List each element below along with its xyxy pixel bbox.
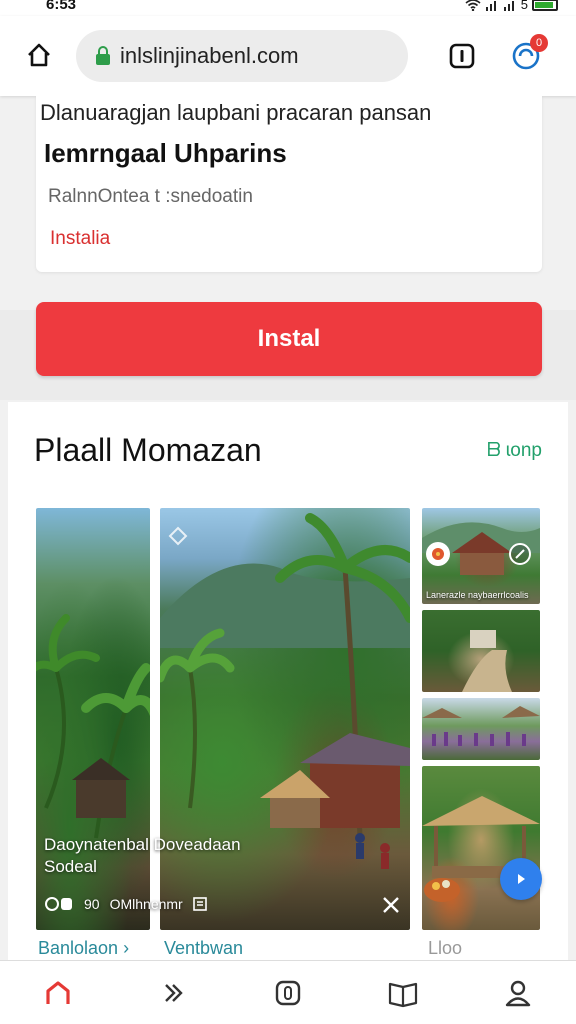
- tabs-icon: [449, 43, 475, 69]
- notification-badge: 0: [530, 34, 548, 52]
- app-info-card: Dlanuaragjan laupbani pracaran pansan Ie…: [36, 96, 542, 272]
- section-more-link[interactable]: ᗷ ɩonp: [487, 440, 542, 462]
- tile-label-3[interactable]: Lloo: [428, 938, 462, 959]
- nav-account[interactable]: [488, 966, 548, 1020]
- url-text: inlslinjinabenl.com: [120, 43, 299, 68]
- tile-caption-line1: Daoynatenbal Doveadaan: [44, 835, 241, 854]
- gallery-section: Plaall Momazan ᗷ ɩonp Daoynatenbal Dovea…: [8, 402, 568, 960]
- signal-icon-2: [503, 0, 514, 11]
- path-illustration: [462, 630, 512, 692]
- tile-meta: 90 OMlhnenmr: [44, 896, 207, 912]
- home-icon: [28, 43, 50, 67]
- tile-label-2[interactable]: Ventbwan: [164, 938, 243, 959]
- play-icon: [518, 874, 525, 884]
- app-title: Iemrngaal Uhparins: [44, 138, 287, 168]
- signal-icon: [485, 0, 496, 11]
- bottom-navigation: [0, 960, 576, 1024]
- browser-toolbar: inlslinjinabenl.com 0: [0, 16, 576, 96]
- tile3-label: Lanerazle naybaerrlcoalis: [426, 590, 529, 600]
- status-icons: 5: [465, 0, 558, 12]
- crowd-illustration: [422, 706, 540, 746]
- profile-button[interactable]: 0: [508, 34, 548, 74]
- tabs-icon: [275, 980, 301, 1005]
- page-content: Dlanuaragjan laupbani pracaran pansan Ie…: [0, 96, 576, 960]
- flower-icon: [426, 542, 450, 566]
- gallery-tile-3[interactable]: Lanerazle naybaerrlcoalis: [422, 508, 540, 604]
- home-button[interactable]: [22, 38, 56, 72]
- nav-home[interactable]: [28, 966, 88, 1020]
- tile-meta-count: 90: [84, 896, 100, 912]
- battery-percent: 5: [520, 0, 528, 12]
- gallery-tile-6[interactable]: [422, 766, 540, 930]
- status-bar: 6:53 5: [0, 0, 576, 16]
- address-bar[interactable]: inlslinjinabenl.com: [76, 30, 408, 82]
- install-link[interactable]: Instalia: [50, 228, 110, 250]
- forward-icon: [164, 983, 183, 1002]
- bookmarks-icon: [389, 982, 418, 1007]
- gallery-tile-4[interactable]: [422, 610, 540, 692]
- nav-bookmarks[interactable]: [373, 966, 433, 1020]
- play-button[interactable]: [500, 858, 542, 900]
- install-button[interactable]: Instal: [36, 302, 542, 376]
- battery-icon: [532, 0, 558, 11]
- app-meta: RalnnOntea t :snedoatin: [48, 186, 253, 207]
- section-title: Plaall Momazan: [34, 432, 262, 468]
- lock-icon: [92, 45, 114, 67]
- wifi-icon: [465, 0, 481, 11]
- toggle-icon: [45, 897, 72, 911]
- compass-icon: [509, 543, 531, 565]
- account-icon: [506, 980, 531, 1006]
- tile-caption-line2: Sodeal: [44, 857, 97, 876]
- tabs-button[interactable]: [446, 40, 478, 72]
- status-time: 6:53: [46, 0, 77, 13]
- tile-label-1[interactable]: Banlolaon ›: [38, 938, 129, 959]
- tile-caption: Daoynatenbal Doveadaan Sodeal: [44, 834, 241, 878]
- home-icon: [45, 980, 70, 1004]
- nav-tabs[interactable]: [258, 966, 318, 1020]
- tile-meta-text: OMlhnenmr: [109, 896, 183, 912]
- pavilion-illustration: [422, 796, 540, 902]
- close-icon[interactable]: [380, 894, 402, 916]
- gallery-tile-5[interactable]: [422, 698, 540, 760]
- app-subtitle: Dlanuaragjan laupbani pracaran pansan: [40, 100, 432, 125]
- diamond-icon: [168, 526, 188, 546]
- nav-forward[interactable]: [143, 966, 203, 1020]
- grid-icon: [192, 897, 207, 911]
